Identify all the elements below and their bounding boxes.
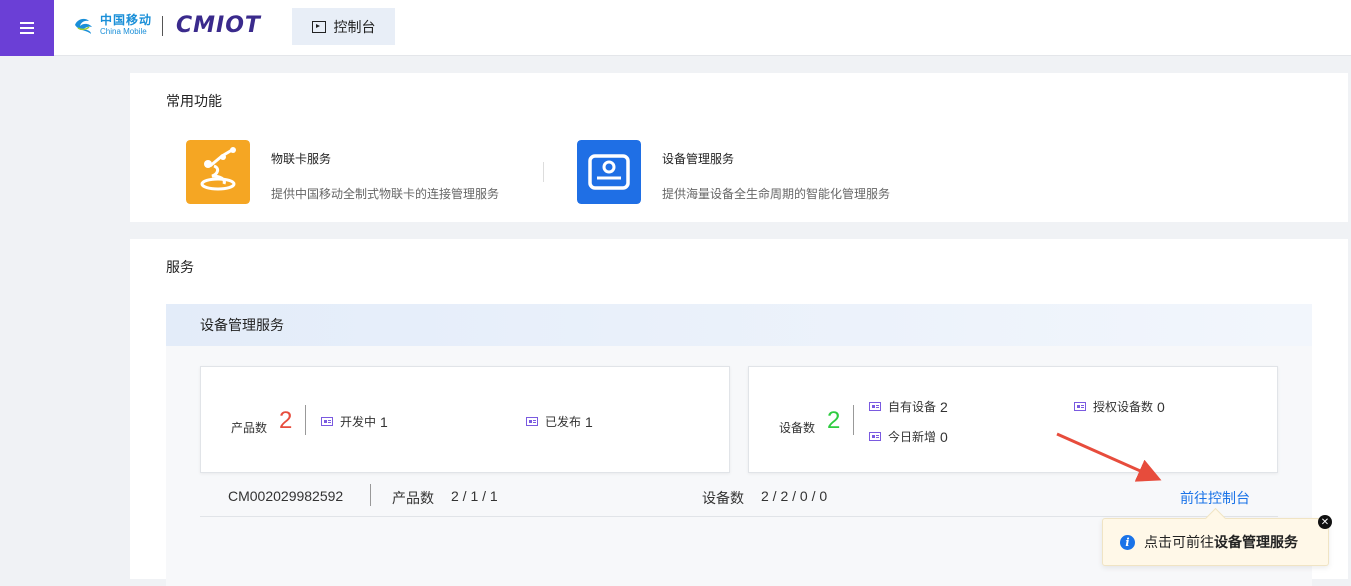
instance-product-value: 2 / 1 / 1 xyxy=(451,488,498,504)
device-today-new: 今日新增 0 xyxy=(869,428,948,445)
own-device-label: 自有设备 xyxy=(888,400,937,414)
guide-tooltip: i 点击可前往 设备管理服务 xyxy=(1102,518,1329,566)
goto-console-link[interactable]: 前往控制台 xyxy=(1180,488,1250,508)
logo-divider xyxy=(162,16,163,36)
menu-button[interactable] xyxy=(0,0,54,56)
device-authorized: 授权设备数 0 xyxy=(1074,398,1165,415)
product-developing: 开发中 1 xyxy=(321,413,388,430)
published-value: 1 xyxy=(585,413,593,430)
feature-name: 物联卡服务 xyxy=(271,152,332,166)
instance-id: CM002029982592 xyxy=(228,488,344,504)
authorized-device-icon xyxy=(1074,402,1086,411)
own-device-icon xyxy=(869,402,881,411)
developing-icon xyxy=(321,417,333,426)
iot-card-icon xyxy=(186,140,250,204)
info-icon: i xyxy=(1120,534,1135,550)
instance-device-label: 设备数 xyxy=(702,490,744,506)
today-new-icon xyxy=(869,432,881,441)
tab-console-label: 控制台 xyxy=(333,18,376,35)
product-count-label: 产品数 xyxy=(231,421,268,435)
instance-product-label: 产品数 xyxy=(392,490,434,506)
published-icon xyxy=(526,417,538,426)
published-label: 已发布 xyxy=(545,415,582,429)
close-icon[interactable]: ✕ xyxy=(1318,515,1332,529)
stat-divider xyxy=(853,405,854,435)
feature-device-management[interactable]: 设备管理服务 提供海量设备全生命周期的智能化管理服务 xyxy=(577,140,890,204)
developing-label: 开发中 xyxy=(340,415,377,429)
feature-iot-card[interactable]: 物联卡服务 提供中国移动全制式物联卡的连接管理服务 xyxy=(186,140,499,204)
china-mobile-swirl-icon xyxy=(75,18,92,34)
instance-divider xyxy=(370,484,371,506)
developing-value: 1 xyxy=(380,413,388,430)
product-stat-card: 产品数 2 开发中 1 已发布 1 xyxy=(200,366,730,473)
china-mobile-logo: 中国移动 China Mobile xyxy=(72,13,152,37)
tooltip-prefix: 点击可前往 xyxy=(1144,534,1214,550)
today-new-value: 0 xyxy=(940,428,948,445)
feature-desc: 提供中国移动全制式物联卡的连接管理服务 xyxy=(271,187,500,201)
services-title: 服务 xyxy=(166,259,194,275)
today-new-label: 今日新增 xyxy=(888,430,937,444)
stat-divider xyxy=(305,405,306,435)
common-functions-panel: 常用功能 物联卡服务 提供中国移动全制式物联卡的连接管理服务 设备管理服务 提供… xyxy=(130,73,1348,222)
feature-divider xyxy=(543,162,544,182)
service-card-header: 设备管理服务 xyxy=(166,304,1312,346)
cmiot-logo: CMIOT xyxy=(176,13,261,38)
top-bar: 中国移动 China Mobile CMIOT 控制台 xyxy=(0,0,1351,56)
device-count-value: 2 xyxy=(827,407,841,434)
logo-en-text: China Mobile xyxy=(100,27,147,36)
device-stat-card: 设备数 2 自有设备 2 授权设备数 0 今日新增 0 xyxy=(748,366,1278,473)
device-count-label: 设备数 xyxy=(779,421,816,435)
hamburger-icon xyxy=(20,22,34,34)
console-icon xyxy=(311,20,326,33)
product-count-value: 2 xyxy=(279,407,293,434)
common-functions-title: 常用功能 xyxy=(166,93,222,109)
instance-device-value: 2 / 2 / 0 / 0 xyxy=(761,488,828,504)
logo-cn-text: 中国移动 xyxy=(100,13,153,27)
authorized-device-value: 0 xyxy=(1157,398,1165,415)
tab-console[interactable]: 控制台 xyxy=(292,8,395,45)
instance-row: CM002029982592 产品数 2 / 1 / 1 设备数 2 / 2 /… xyxy=(200,476,1278,517)
feature-desc: 提供海量设备全生命周期的智能化管理服务 xyxy=(662,187,891,201)
device-own: 自有设备 2 xyxy=(869,398,948,415)
tooltip-bold: 设备管理服务 xyxy=(1214,534,1298,550)
product-published: 已发布 1 xyxy=(526,413,593,430)
feature-name: 设备管理服务 xyxy=(662,152,735,166)
own-device-value: 2 xyxy=(940,398,948,415)
authorized-device-label: 授权设备数 xyxy=(1093,400,1154,414)
device-management-icon xyxy=(577,140,641,204)
